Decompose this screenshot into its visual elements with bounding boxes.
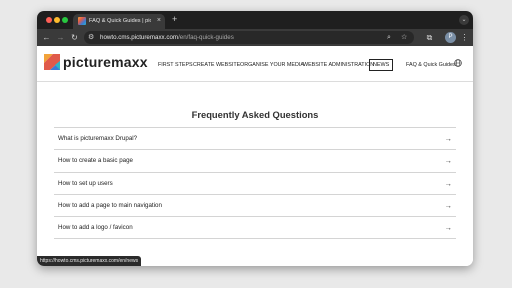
url-text[interactable]: howto.cms.picturemaxx.com/en/faq-quick-g… [100, 33, 234, 42]
maximize-window-button[interactable] [62, 17, 68, 23]
arrow-right-icon: → [444, 200, 453, 210]
page-title: Frequently Asked Questions [191, 109, 319, 120]
nav-first-steps[interactable]: FIRST STEPS [158, 61, 193, 69]
tab-search-icon[interactable]: ⌄ [459, 15, 469, 25]
minimize-window-button[interactable] [54, 17, 60, 23]
faq-quick-guides-link[interactable]: FAQ & Quick Guides [406, 61, 456, 69]
close-window-button[interactable] [46, 17, 52, 23]
menu-icon[interactable]: ⋮ [459, 32, 470, 43]
faq-item[interactable]: How to add a logo / favicon → [54, 217, 456, 240]
faq-question: How to add a logo / favicon [58, 224, 133, 232]
favicon-icon [78, 17, 86, 25]
faq-question: How to add a page to main navigation [58, 201, 162, 209]
reload-icon[interactable]: ↻ [69, 32, 80, 43]
faq-list: What is picturemaxx Drupal? → How to cre… [54, 127, 456, 240]
web-page: picturemaxx FIRST STEPS CREATE WEBSITE O… [37, 46, 473, 266]
zoom-icon[interactable]: ⌕ [387, 32, 391, 43]
status-bar-url: https://howto.cms.picturemaxx.com/en/new… [37, 256, 142, 266]
brand-name[interactable]: picturemaxx [63, 54, 148, 70]
forward-icon[interactable]: → [55, 32, 66, 43]
browser-toolbar: ← → ↻ ⚙ howto.cms.picturemaxx.com/en/faq… [37, 29, 473, 46]
arrow-right-icon: → [444, 134, 453, 143]
tab-active[interactable]: FAQ & Quick Guides | picturem × [73, 14, 165, 29]
browser-window: FAQ & Quick Guides | picturem × + ⌄ ← → … [37, 11, 473, 266]
faq-item[interactable]: How to set up users → [54, 173, 456, 195]
arrow-right-icon: → [444, 156, 453, 166]
bookmark-star-icon[interactable]: ☆ [401, 32, 407, 43]
arrow-right-icon: → [444, 178, 453, 188]
faq-item[interactable]: How to add a page to main navigation → [54, 195, 456, 218]
tab-strip: FAQ & Quick Guides | picturem × + ⌄ [37, 11, 473, 29]
extensions-icon[interactable]: ⧉ [424, 32, 435, 43]
new-tab-icon[interactable]: + [172, 14, 177, 24]
picturemaxx-logo-icon[interactable] [44, 54, 60, 70]
globe-icon[interactable] [454, 59, 462, 67]
url-path: /en/faq-quick-guides [178, 34, 234, 41]
tab-title: FAQ & Quick Guides | picturem [89, 18, 151, 24]
site-info-icon[interactable]: ⚙ [88, 32, 94, 43]
address-bar[interactable]: ⚙ howto.cms.picturemaxx.com/en/faq-quick… [84, 31, 414, 44]
nav-organise-media[interactable]: ORGANISE YOUR MEDIA [240, 61, 304, 69]
site-header: picturemaxx FIRST STEPS CREATE WEBSITE O… [37, 46, 473, 82]
tab-close-icon[interactable]: × [157, 16, 161, 25]
faq-item[interactable]: How to create a basic page → [54, 150, 456, 173]
nav-create-website[interactable]: CREATE WEBSITE [193, 61, 240, 69]
arrow-right-icon: → [444, 223, 453, 233]
faq-question: How to create a basic page [58, 157, 133, 165]
url-host: howto.cms.picturemaxx.com [100, 34, 179, 41]
nav-website-administration[interactable]: WEBSITE ADMINISTRATION [303, 61, 374, 69]
faq-item[interactable]: What is picturemaxx Drupal? → [54, 128, 456, 151]
faq-question: What is picturemaxx Drupal? [58, 135, 138, 142]
profile-avatar[interactable]: P [445, 32, 456, 43]
faq-question: How to set up users [58, 179, 113, 187]
nav-news[interactable]: NEWS [369, 59, 394, 71]
back-icon[interactable]: ← [41, 32, 52, 43]
